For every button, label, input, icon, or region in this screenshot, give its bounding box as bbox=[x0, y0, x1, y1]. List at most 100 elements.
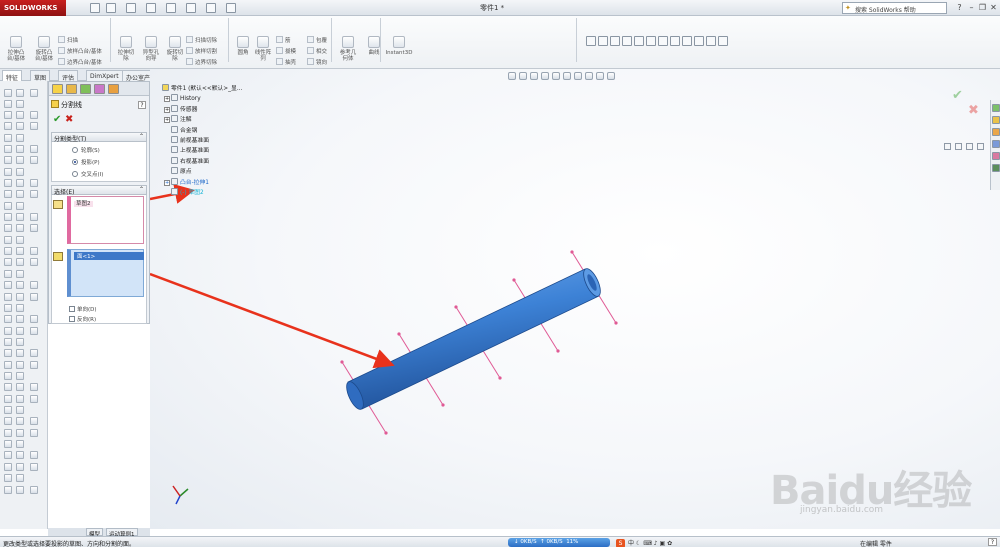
sketch-tool-icon[interactable] bbox=[16, 406, 24, 414]
help-button[interactable]: ? bbox=[138, 101, 146, 109]
minimize-button[interactable]: – bbox=[966, 2, 977, 13]
sketch-tool-icon[interactable] bbox=[30, 315, 38, 323]
display-manager-icon[interactable] bbox=[108, 84, 119, 94]
sketch-tool-icon[interactable] bbox=[16, 236, 24, 244]
sketch-tool-icon[interactable] bbox=[4, 122, 12, 130]
sketch-tool-icon[interactable] bbox=[4, 486, 12, 494]
sketch-tool-icon[interactable] bbox=[4, 236, 12, 244]
sketch-tool-icon[interactable] bbox=[30, 281, 38, 289]
tab-model[interactable]: 模型 bbox=[86, 528, 104, 538]
confirm-ok-icon[interactable]: ✔ bbox=[952, 88, 963, 103]
sketch-tool-icon[interactable] bbox=[30, 293, 38, 301]
sketch-tool-icon[interactable] bbox=[4, 100, 12, 108]
sketch-tool-icon[interactable] bbox=[16, 486, 24, 494]
sketch-tool-icon[interactable] bbox=[16, 145, 24, 153]
sketch-tool-icon[interactable] bbox=[30, 451, 38, 459]
collapse-icon[interactable]: ⌃ bbox=[139, 186, 144, 193]
revolve-boss-button[interactable]: 旋转凸 台/基体 bbox=[32, 36, 56, 62]
faces-to-split-list[interactable]: 面<1> bbox=[67, 249, 144, 297]
sketch-tool-icon[interactable] bbox=[16, 270, 24, 278]
help-icon[interactable]: ? bbox=[954, 2, 965, 13]
expand-icon[interactable]: + bbox=[164, 96, 170, 103]
sketch-tool-icon[interactable] bbox=[16, 372, 24, 380]
boundary-boss-button[interactable]: 边界凸台/基体 bbox=[58, 58, 102, 66]
ime-toolbar[interactable]: S中 ☾ ⌨ ♪ ▣ ✿ bbox=[616, 538, 672, 547]
sketch-tool-icon[interactable] bbox=[16, 224, 24, 232]
save-icon[interactable] bbox=[126, 3, 136, 13]
mirror-button[interactable]: 镜向 bbox=[307, 58, 327, 66]
instant3d-button[interactable]: Instant3D bbox=[384, 36, 414, 56]
window-close-icon[interactable] bbox=[977, 143, 984, 150]
sketch-tool-icon[interactable] bbox=[30, 486, 38, 494]
sketch-tool-icon[interactable] bbox=[4, 315, 12, 323]
rib-button[interactable]: 筋 bbox=[276, 36, 291, 44]
view-tool-icon[interactable] bbox=[622, 36, 632, 46]
sketch-tool-icon[interactable] bbox=[16, 213, 24, 221]
sketch-tool-icon[interactable] bbox=[30, 247, 38, 255]
scene-icon[interactable] bbox=[596, 72, 604, 80]
undo-icon[interactable] bbox=[166, 3, 176, 13]
sketch-tool-icon[interactable] bbox=[4, 338, 12, 346]
sketch-tool-icon[interactable] bbox=[4, 134, 12, 142]
sketch-tool-icon[interactable] bbox=[30, 145, 38, 153]
sketch-tool-icon[interactable] bbox=[4, 247, 12, 255]
sketch-tool-icon[interactable] bbox=[16, 440, 24, 448]
selections-group-header[interactable]: 选择(E) ⌃ bbox=[51, 185, 147, 196]
sketch-tool-icon[interactable] bbox=[16, 122, 24, 130]
sketch-tool-icon[interactable] bbox=[16, 293, 24, 301]
single-direction-checkbox[interactable]: 单向(D) bbox=[69, 305, 97, 313]
sketch-tool-icon[interactable] bbox=[30, 122, 38, 130]
view-tool-icon[interactable] bbox=[670, 36, 680, 46]
tree-item[interactable]: + 传感器 bbox=[162, 104, 242, 115]
sketch-tool-icon[interactable] bbox=[30, 327, 38, 335]
draft-button[interactable]: 拔模 bbox=[276, 47, 296, 55]
sketch-tool-icon[interactable] bbox=[4, 281, 12, 289]
sketch-tool-icon[interactable] bbox=[16, 190, 24, 198]
split-type-group-header[interactable]: 分割类型(T) ⌃ bbox=[51, 132, 147, 143]
sketch-tool-icon[interactable] bbox=[4, 202, 12, 210]
radio-intersection[interactable]: 交叉点(I) bbox=[72, 170, 103, 178]
sketch-tool-icon[interactable] bbox=[16, 463, 24, 471]
sketch-tool-icon[interactable] bbox=[30, 383, 38, 391]
sweep-button[interactable]: 扫描 bbox=[58, 36, 78, 44]
collapse-icon[interactable]: ⌃ bbox=[139, 133, 144, 140]
solidworks-logo[interactable]: SOLIDWORKS bbox=[0, 0, 66, 16]
sketch-tool-icon[interactable] bbox=[30, 463, 38, 471]
sketch-tool-icon[interactable] bbox=[4, 383, 12, 391]
tree-item[interactable]: 前视基准面 bbox=[162, 136, 242, 146]
status-help-icon[interactable]: ? bbox=[988, 538, 997, 546]
sketch-tool-icon[interactable] bbox=[16, 111, 24, 119]
tree-item[interactable]: + History bbox=[162, 94, 242, 104]
restore-button[interactable]: ❐ bbox=[977, 2, 988, 13]
appearance-icon[interactable] bbox=[585, 72, 593, 80]
sketch-tool-icon[interactable] bbox=[4, 463, 12, 471]
cancel-button[interactable]: ✖ bbox=[65, 114, 73, 125]
tree-item[interactable]: 原点 bbox=[162, 167, 242, 177]
radio-silhouette[interactable]: 轮廓(S) bbox=[72, 146, 100, 154]
tree-item[interactable]: 右视基准面 bbox=[162, 156, 242, 167]
tree-item[interactable]: + 凸台-拉伸1 bbox=[162, 177, 242, 188]
sogou-icon[interactable]: S bbox=[616, 539, 625, 547]
tab-features[interactable]: 特征 bbox=[2, 70, 23, 82]
sketch-tool-icon[interactable] bbox=[4, 270, 12, 278]
sketch-tool-icon[interactable] bbox=[30, 417, 38, 425]
select-icon[interactable] bbox=[186, 3, 196, 13]
reverse-direction-checkbox[interactable]: 反向(R) bbox=[69, 315, 96, 323]
sketch-tool-icon[interactable] bbox=[16, 361, 24, 369]
help-search-input[interactable]: ✦ 搜索 SolidWorks 帮助 bbox=[842, 2, 947, 14]
shell-button[interactable]: 抽壳 bbox=[276, 58, 296, 66]
sketch-tool-icon[interactable] bbox=[30, 258, 38, 266]
sketch-tool-icon[interactable] bbox=[30, 179, 38, 187]
sketch-tool-icon[interactable] bbox=[30, 156, 38, 164]
sketch-to-project-list[interactable]: 草图2 bbox=[67, 196, 144, 244]
tile-icon[interactable] bbox=[944, 143, 951, 150]
tree-item[interactable]: 合金钢 bbox=[162, 125, 242, 136]
sketch-tool-icon[interactable] bbox=[4, 474, 12, 482]
view-tool-icon[interactable] bbox=[706, 36, 716, 46]
sketch-tool-icon[interactable] bbox=[4, 349, 12, 357]
sketch-tool-icon[interactable] bbox=[16, 315, 24, 323]
sketch-tool-icon[interactable] bbox=[16, 100, 24, 108]
new-document-icon[interactable] bbox=[90, 3, 100, 13]
view-tool-icon[interactable] bbox=[586, 36, 596, 46]
sketch-tool-icon[interactable] bbox=[4, 111, 12, 119]
